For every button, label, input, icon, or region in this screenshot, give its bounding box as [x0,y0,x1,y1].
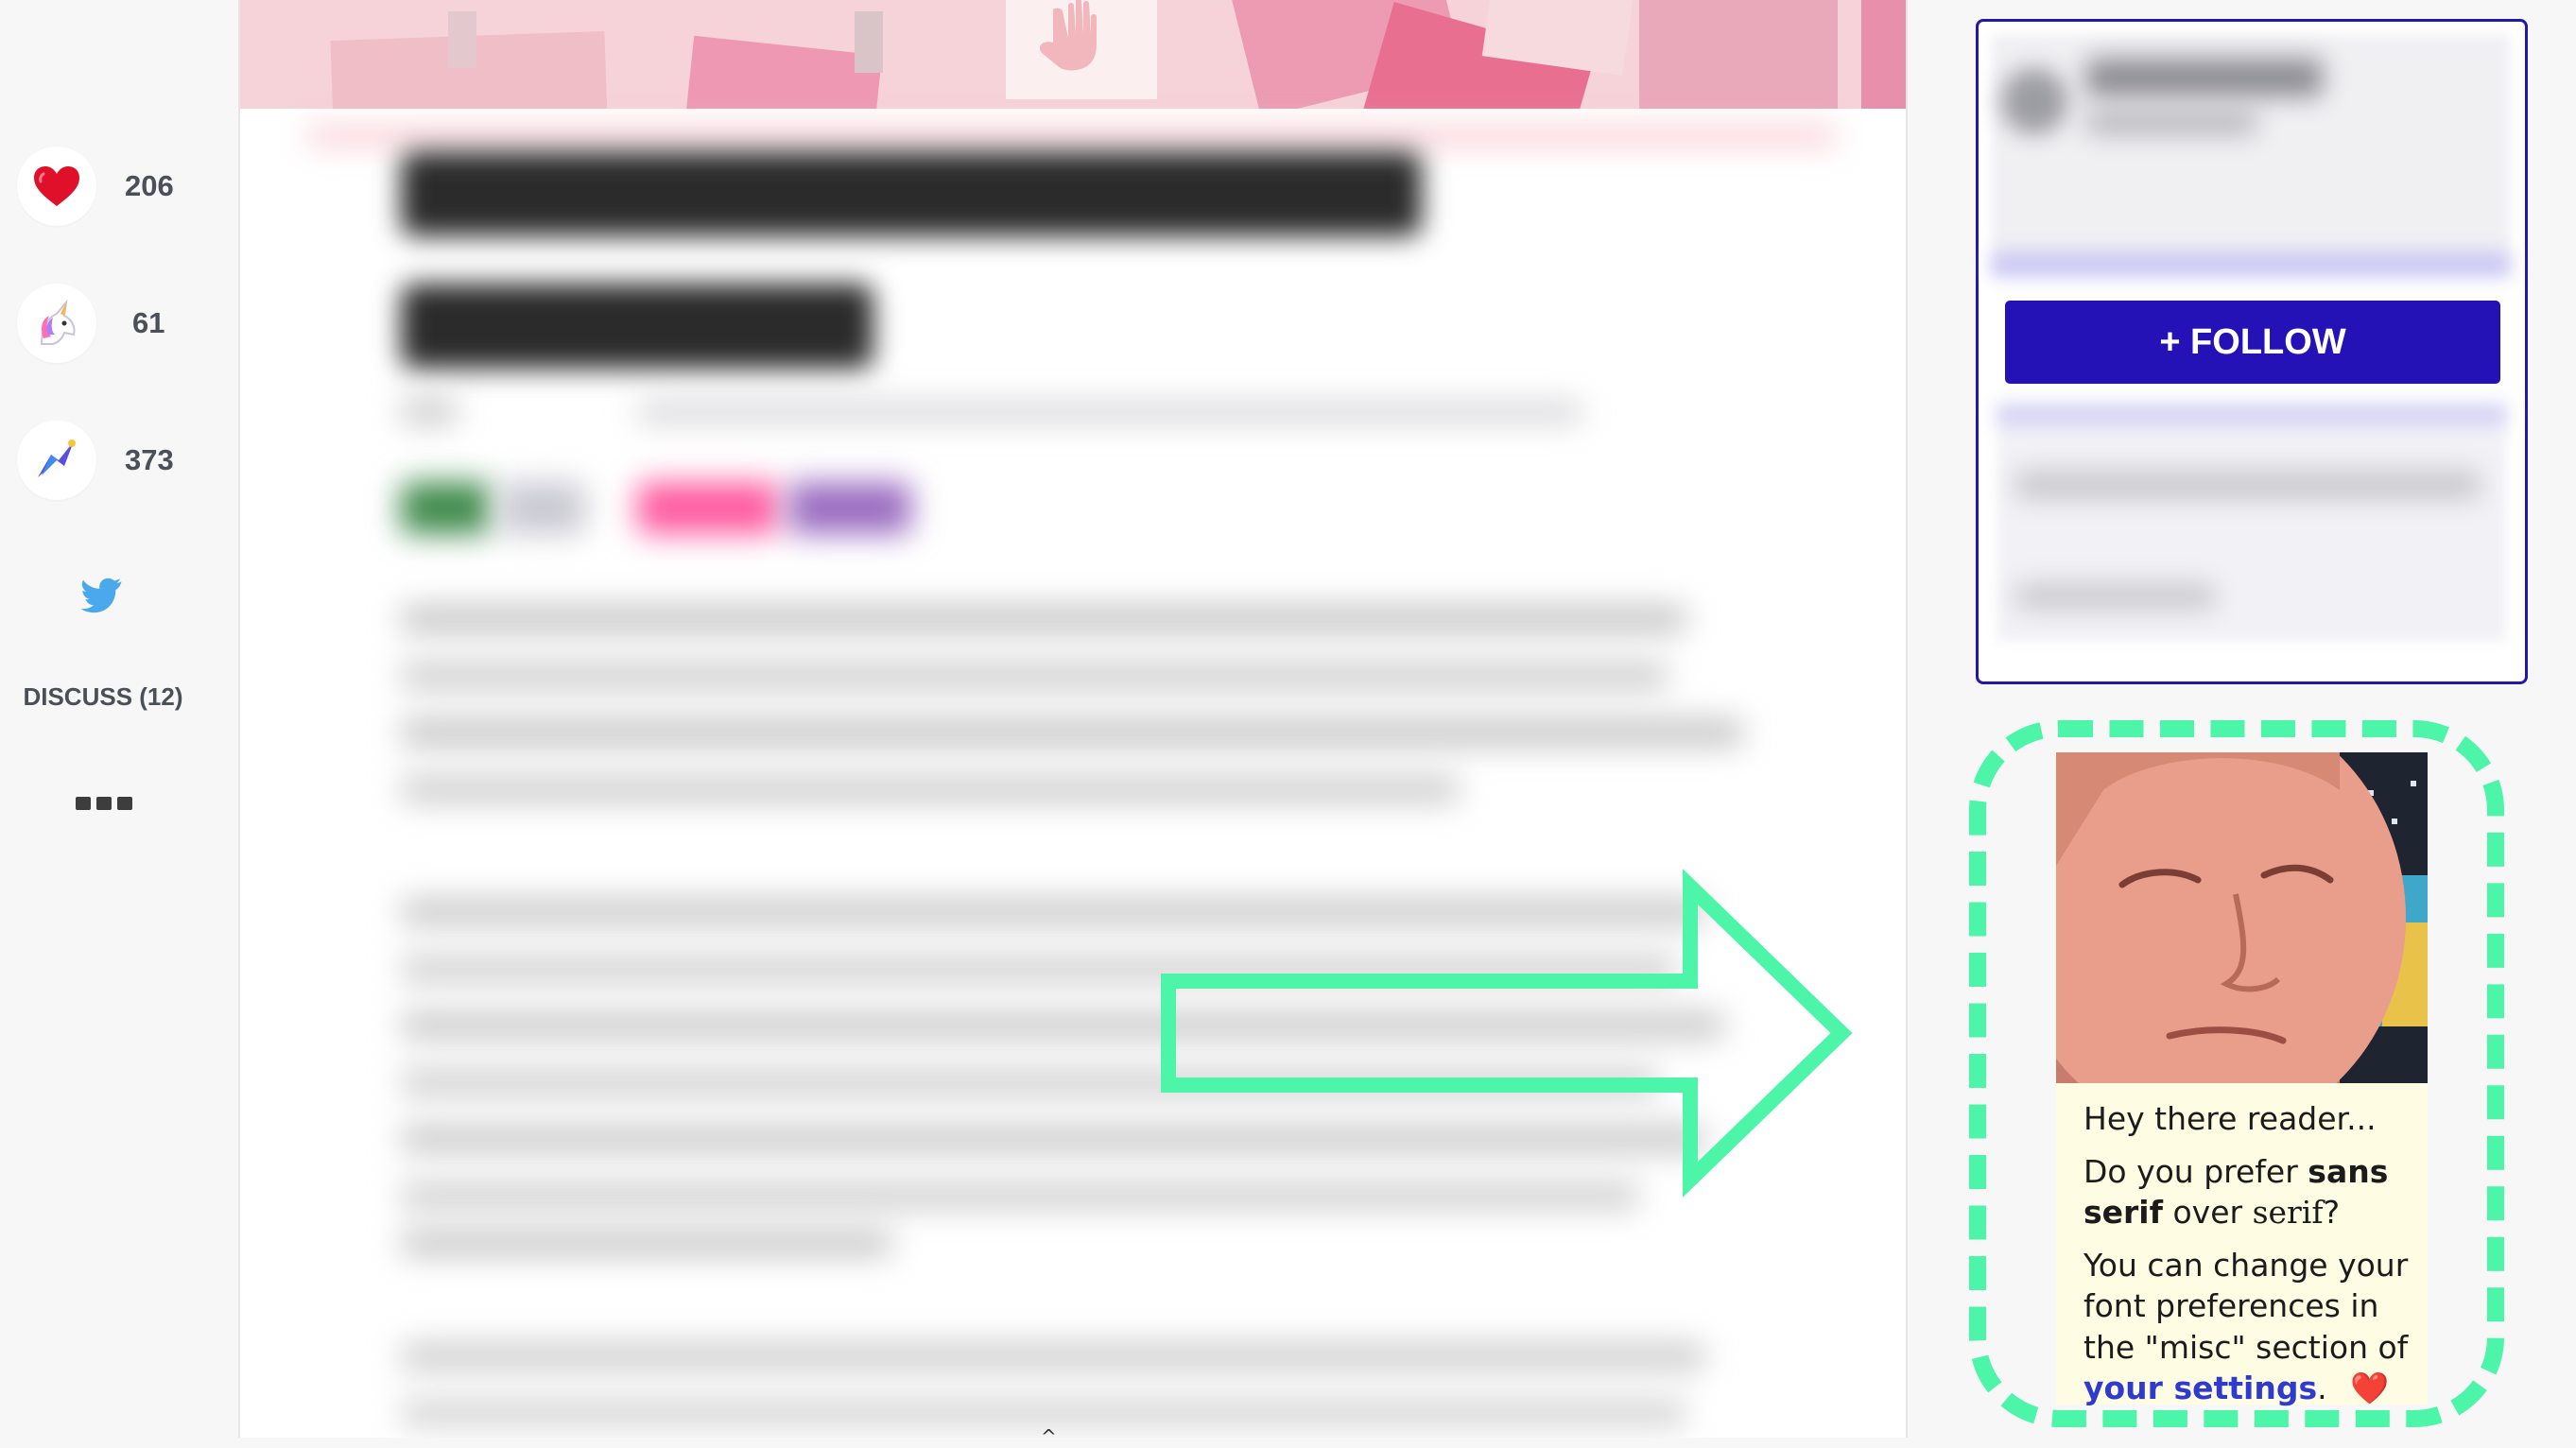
unicorn-icon [17,284,96,363]
heart-reaction-button[interactable]: 206 [17,147,206,226]
hand-icon [1006,0,1157,99]
twitter-icon [80,577,122,613]
author-profile-card: + FOLLOW [1976,19,2528,684]
settings-link[interactable]: your settings [2083,1370,2317,1406]
heart-count: 206 [125,169,174,202]
arrow-right-icon [1161,869,1853,1198]
discuss-link[interactable]: DISCUSS (12) [0,682,206,712]
follow-button[interactable]: + FOLLOW [2005,301,2500,384]
article-card [238,0,1908,1438]
cover-image [240,0,1906,109]
unicorn-reaction-button[interactable]: 61 [17,284,206,363]
twitter-share-button[interactable] [80,577,124,622]
promo-gif-image [2056,752,2428,1083]
font-preference-promo: Hey there reader... Do you prefer sans s… [2056,1083,2428,1406]
promo-question: Do you prefer sans serif over serif? [2083,1152,2389,1232]
ellipsis-icon[interactable] [76,797,132,810]
bookmark-icon [17,421,96,500]
heart-icon: ❤️ [2350,1370,2390,1407]
promo-greeting: Hey there reader... [2083,1100,2377,1137]
reading-list-count: 373 [125,443,174,476]
promo-instructions: You can change your font preferences in … [2083,1246,2409,1407]
heart-icon [17,147,96,226]
caret-up-icon: ^ [1041,1425,1057,1448]
unicorn-count: 61 [132,306,165,339]
reading-list-reaction-button[interactable]: 373 [17,421,206,500]
article-title-blurred [401,151,1422,369]
